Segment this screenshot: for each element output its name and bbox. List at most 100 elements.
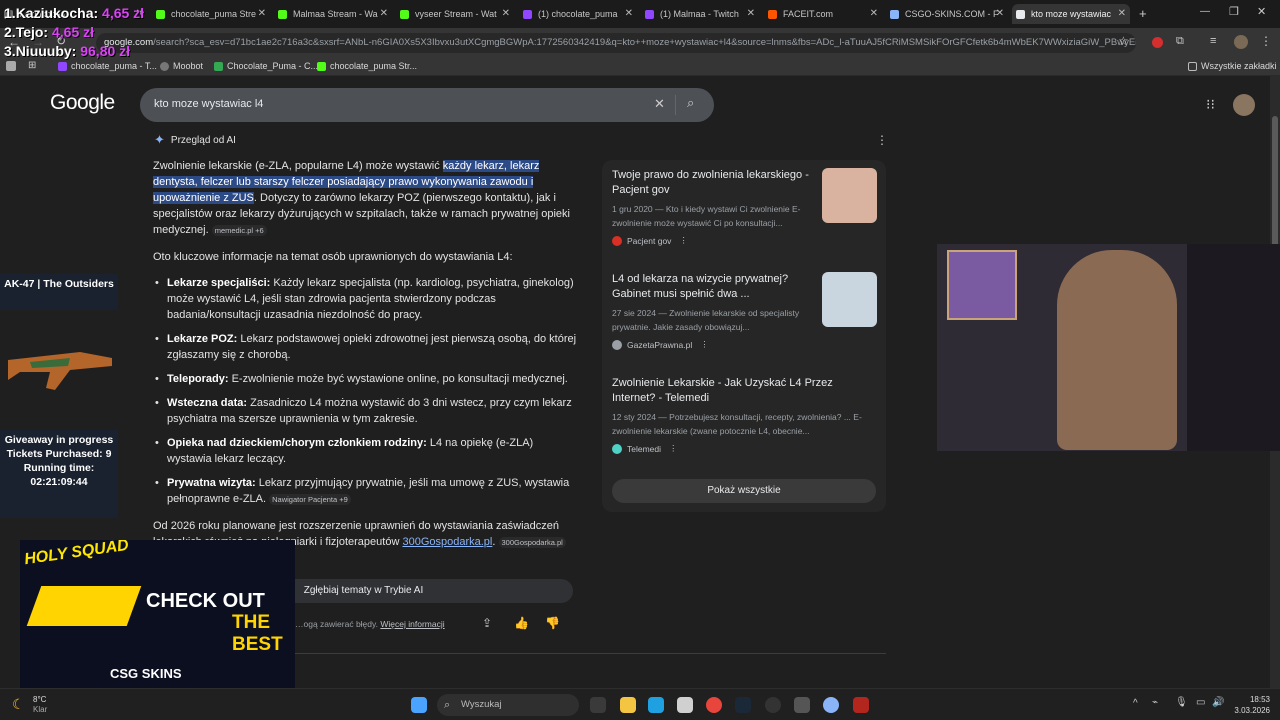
url-bar[interactable]: google.com/search?sca_esv=d71bc1ae2c716a… [96,33,1136,53]
browser-tab[interactable]: vyseer Stream - Wat ✕ [396,4,514,24]
google-logo[interactable]: Google [50,91,115,115]
account-avatar[interactable] [1233,94,1255,116]
source-result[interactable]: Twoje prawo do zwolnienia lekarskiego - … [612,168,877,246]
giveaway-tickets: Tickets Purchased: 9 [6,448,112,460]
source-title[interactable]: Zwolnienie Lekarskie - Jak Uzyskać L4 Pr… [612,376,877,406]
weather-temp: 8°C [33,695,47,704]
store-icon[interactable] [677,697,693,713]
app-icon[interactable] [823,697,839,713]
file-explorer-icon[interactable] [620,697,636,713]
tab-close-icon[interactable]: ✕ [625,8,633,19]
bullet-term: Lekarze specjaliści: [167,277,271,289]
source-menu-icon[interactable]: ⋮ [669,443,678,454]
browser-tab[interactable]: Malmaa Stream - Wa ✕ [274,4,392,24]
thumbs-down-icon[interactable]: 👎 [545,616,560,630]
address-toolbar: ← → ↻ google.com/search?sca_esv=d71bc1ae… [0,28,1280,58]
tab-close-icon[interactable]: ✕ [870,8,878,19]
more-info-link[interactable]: Więcej informacji [380,619,444,629]
google-apps-icon[interactable]: ⁝⁝ [1206,96,1215,113]
tab-close-icon[interactable]: ✕ [1118,8,1126,19]
source-menu-icon[interactable]: ⋮ [679,235,688,246]
new-tab-button[interactable]: + [1139,6,1147,21]
steam-icon[interactable] [735,697,751,713]
leaderboard-row: 2.Tejo: 4,65 zł [4,23,144,42]
share-icon[interactable]: ⇪ [482,616,492,630]
source-menu-icon[interactable]: ⋮ [700,339,709,350]
tab-close-icon[interactable]: ✕ [502,8,510,19]
source-site: GazetaPrawna.pl ⋮ [612,339,877,350]
browser-tab[interactable]: (1) chocolate_puma ✕ [519,4,637,24]
source-result[interactable]: Zwolnienie Lekarskie - Jak Uzyskać L4 Pr… [612,376,877,454]
edge-icon[interactable] [648,697,664,713]
leaderboard-row: 1.Kaziukocha: 4,65 zł [4,4,144,23]
task-view-icon[interactable] [590,697,606,713]
tray-display-icon[interactable]: ▭ [1196,697,1205,708]
tab-close-icon[interactable]: ✕ [380,8,388,19]
profile-avatar[interactable] [1234,35,1248,49]
promo-knife-shape [26,586,142,626]
chrome-icon[interactable] [706,697,722,713]
source-result[interactable]: L4 od lekarza na wizycie prywatnej? Gabi… [612,272,877,350]
tray-network-icon[interactable]: ⌁ [1152,697,1158,708]
windows-start-icon[interactable] [411,697,427,713]
windows-taskbar: ☾ 8°C Klar ⌕ Wyszukaj ^ ⌁ 🎙 ▭ 🔊 18:53 3.… [0,688,1280,720]
bookmark-chocolate-puma-kick[interactable]: chocolate_puma Str... [317,61,417,71]
tab-close-icon[interactable]: ✕ [747,8,755,19]
source-thumbnail [822,272,877,327]
clock-time: 18:53 [1249,695,1270,704]
tab-label: Malmaa Stream - Wa [293,9,378,19]
extension-icon[interactable] [1152,37,1163,48]
tab-close-icon[interactable]: ✕ [258,8,266,19]
maximize-button[interactable]: ❐ [1229,5,1239,18]
tray-volume-icon[interactable]: 🔊 [1212,697,1224,708]
weather-moon-icon[interactable]: ☾ [12,696,25,713]
clear-search-icon[interactable]: ✕ [654,96,665,112]
close-window-button[interactable]: ✕ [1257,5,1266,18]
source-title[interactable]: L4 od lekarza na wizycie prywatnej? Gabi… [612,272,812,302]
thumbs-up-icon[interactable]: 👍 [514,616,529,630]
outro-link[interactable]: 300Gospodarka.pl [402,536,492,548]
tab-favicon-icon [278,9,287,19]
ai-overview-label: Przegląd od AI [170,134,236,146]
ai-overview-menu-icon[interactable]: ⋮ [876,133,888,147]
leaderboard-amount: 96,80 zł [80,43,131,59]
bookmark-star-icon[interactable]: ☆ [1118,34,1129,48]
browser-tab[interactable]: (1) Malmaa - Twitch ✕ [641,4,759,24]
source-title[interactable]: Twoje prawo do zwolnienia lekarskiego - … [612,168,812,198]
obs-icon[interactable] [765,697,781,713]
bookmark-label: Moobot [173,61,204,71]
settings-gear-icon[interactable] [794,697,810,713]
extensions-puzzle-icon[interactable]: ⧉ [1176,35,1184,48]
bookmark-chocolate-puma-sheet[interactable]: Chocolate_Puma - C... [214,61,318,71]
leaderboard-row: 3.Niuuuby: 96,80 zł [4,42,144,61]
faceit-shield-icon[interactable] [853,697,869,713]
search-input[interactable]: kto moze wystawiac l4 [154,98,263,110]
browser-tab[interactable]: kto moze wystawiac ✕ [1012,4,1130,24]
tab-close-icon[interactable]: ✕ [996,8,1004,19]
search-divider [675,95,676,115]
weather-widget[interactable]: 8°C Klar [33,695,47,715]
bookmark-moobot[interactable]: Moobot [160,61,203,71]
all-bookmarks[interactable]: Wszystkie zakładki [1188,61,1277,71]
tray-chevron-up-icon[interactable]: ^ [1133,698,1138,709]
browser-tab[interactable]: chocolate_puma Stre ✕ [152,4,270,24]
apps-grid-icon[interactable]: ⊞ [28,60,36,71]
show-all-sources-button[interactable]: Pokaż wszystkie [612,479,876,503]
source-chip[interactable]: memedic.pl +6 [211,225,267,236]
tab-search-icon[interactable] [6,61,16,71]
source-chip[interactable]: Nawigator Pacjenta +9 [269,494,351,505]
tab-label: kto moze wystawiac [1031,9,1112,19]
browser-tab[interactable]: CSGO-SKINS.COM - F ✕ [886,4,1008,24]
menu-kebab-icon[interactable]: ⋮ [1260,34,1272,48]
playlist-icon[interactable]: ≡ [1210,35,1216,47]
tray-clock[interactable]: 18:53 3.03.2026 [1230,694,1270,716]
search-icon[interactable]: ⌕ [687,95,694,111]
tray-mic-icon[interactable]: 🎙 [1175,697,1188,708]
taskbar-search[interactable]: ⌕ Wyszukaj [437,694,579,716]
bookmark-chocolate-puma-twitch[interactable]: chocolate_puma - T... [58,61,157,71]
source-chip[interactable]: 300Gospodarka.pl [498,537,566,548]
minimize-button[interactable]: — [1200,6,1210,17]
search-box[interactable]: kto moze wystawiac l4 ✕ ⌕ [140,88,714,122]
browser-tab[interactable]: FACEIT.com ✕ [764,4,882,24]
gazeta-prawna-icon [612,339,622,350]
